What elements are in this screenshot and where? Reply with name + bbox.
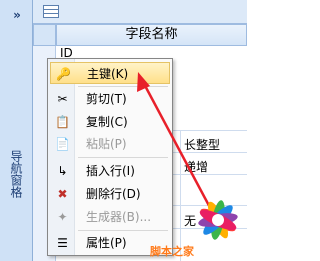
watermark-text: 脚本之家 [150,245,194,258]
